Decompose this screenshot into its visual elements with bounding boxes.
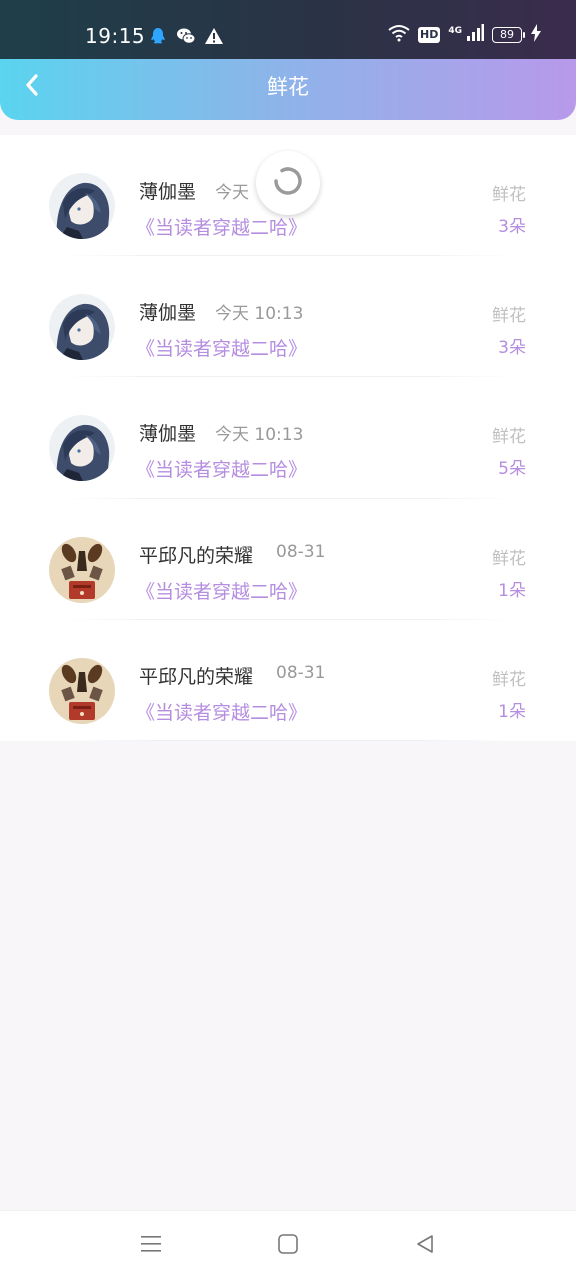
gift-type: 鲜花 (492, 427, 526, 448)
page-header: 鲜花 (0, 59, 576, 120)
book-title-link[interactable]: 《当读者穿越二哈》 (136, 698, 307, 725)
timestamp: 08-31 (276, 662, 326, 683)
status-left-icons (148, 26, 224, 46)
user-name: 平邱凡的荣耀 (139, 665, 254, 688)
system-nav-bar (0, 1210, 576, 1280)
battery-indicator: 89 (492, 27, 525, 43)
timestamp: 今天 (215, 183, 249, 203)
timestamp: 今天 10:13 (215, 425, 304, 446)
list-item[interactable]: 薄伽墨 今天 10:13 《当读者穿越二哈》 鲜花 3朵 (0, 256, 576, 378)
gift-count: 5朵 (498, 459, 526, 480)
refresh-spinner-icon (270, 163, 306, 203)
avatar[interactable] (49, 173, 115, 239)
gift-type: 鲜花 (492, 306, 526, 327)
list-item[interactable]: 平邱凡的荣耀 08-31 《当读者穿越二哈》 鲜花 1朵 (0, 499, 576, 620)
gift-record-list: 薄伽墨 今天 《当读者穿越二哈》 鲜花 3朵 薄伽墨 今天 10:13 《当读者穿越二哈》 鲜花… (0, 135, 576, 741)
page-title: 鲜花 (267, 75, 309, 99)
row-divider (64, 739, 512, 741)
charging-icon (530, 24, 542, 46)
back-triangle-icon (414, 1233, 436, 1259)
gift-type: 鲜花 (492, 185, 526, 205)
user-name: 薄伽墨 (139, 423, 197, 446)
loading-spinner (256, 151, 320, 215)
home-square-icon (277, 1233, 299, 1259)
timestamp: 08-31 (276, 541, 326, 562)
status-time: 19:15 (85, 24, 146, 48)
user-name: 薄伽墨 (139, 181, 197, 203)
gift-count: 1朵 (498, 701, 526, 722)
list-item[interactable]: 平邱凡的荣耀 08-31 《当读者穿越二哈》 鲜花 1朵 (0, 620, 576, 741)
avatar[interactable] (49, 536, 115, 603)
menu-icon (140, 1233, 162, 1259)
user-name: 平邱凡的荣耀 (139, 544, 254, 567)
status-right-icons: HD 4G 89 (388, 24, 542, 46)
status-bar: 19:15 HD 4G 89 (0, 0, 576, 60)
book-title-link[interactable]: 《当读者穿越二哈》 (136, 213, 307, 240)
network-label: 4G (448, 26, 462, 36)
nav-back-button[interactable] (412, 1233, 438, 1259)
avatar[interactable] (49, 657, 115, 724)
wechat-icon (176, 26, 196, 46)
home-button[interactable] (275, 1233, 301, 1259)
qq-icon (148, 26, 168, 46)
gift-type: 鲜花 (492, 669, 526, 690)
warning-icon (204, 26, 224, 46)
gift-count: 3朵 (498, 338, 526, 359)
timestamp: 今天 10:13 (215, 304, 304, 325)
gift-type: 鲜花 (492, 548, 526, 569)
gift-count: 1朵 (498, 580, 526, 601)
menu-button[interactable] (138, 1233, 164, 1259)
book-title-link[interactable]: 《当读者穿越二哈》 (136, 455, 307, 482)
book-title-link[interactable]: 《当读者穿越二哈》 (136, 577, 307, 604)
list-item[interactable]: 薄伽墨 今天 10:13 《当读者穿越二哈》 鲜花 5朵 (0, 377, 576, 499)
avatar[interactable] (49, 415, 115, 482)
gift-count: 3朵 (498, 217, 526, 237)
signal-icon (466, 24, 484, 46)
book-title-link[interactable]: 《当读者穿越二哈》 (136, 334, 307, 361)
avatar[interactable] (49, 294, 115, 361)
wifi-icon (388, 24, 410, 46)
user-name: 薄伽墨 (139, 302, 197, 325)
hd-badge: HD (418, 27, 441, 43)
